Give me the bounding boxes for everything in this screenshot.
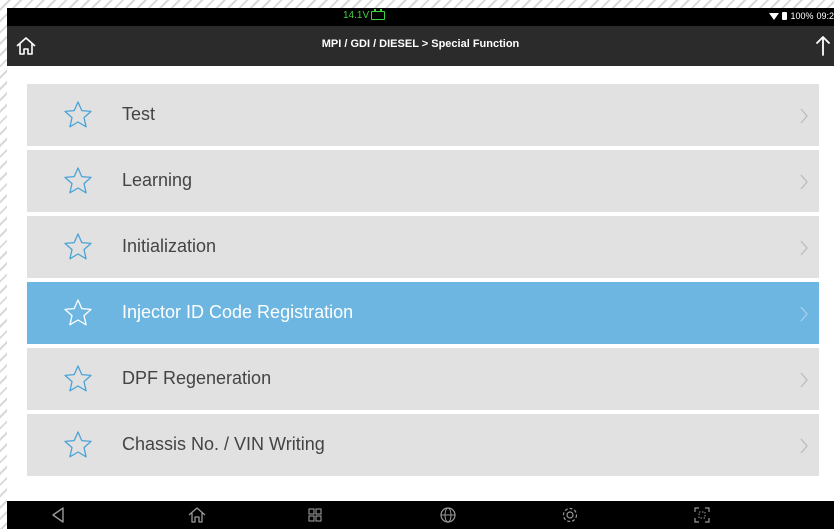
screenshot-icon[interactable]: [693, 506, 711, 524]
system-status: 100% 09:2: [769, 11, 834, 21]
chevron-right-icon: [800, 108, 808, 124]
title-bar: MPI / GDI / DIESEL > Special Function: [7, 26, 834, 66]
menu-item-label: Chassis No. / VIN Writing: [122, 434, 325, 454]
menu-item-label: Initialization: [122, 236, 217, 256]
decorative-border-top: [0, 0, 834, 8]
menu-item-dpf-regeneration[interactable]: DPF Regeneration: [27, 348, 819, 410]
menu-item-learning[interactable]: Learning: [27, 150, 819, 212]
breadcrumb: MPI / GDI / DIESEL > Special Function: [321, 38, 520, 50]
star-icon[interactable]: [63, 364, 93, 394]
menu-item-label: Test: [122, 104, 156, 124]
star-icon[interactable]: [63, 298, 93, 328]
voltage-value: 14.1V: [343, 10, 370, 21]
home-icon[interactable]: [187, 506, 207, 524]
battery-icon: [782, 12, 788, 20]
chevron-right-icon: [800, 438, 808, 454]
star-icon[interactable]: [63, 430, 93, 460]
menu-item-chassis-vin-writing[interactable]: Chassis No. / VIN Writing: [27, 414, 819, 476]
chevron-right-icon: [800, 174, 808, 190]
menu-item-label: Injector ID Code Registration: [122, 302, 354, 322]
wifi-icon: [769, 12, 780, 20]
battery-percent: 100%: [790, 11, 814, 21]
chevron-right-icon: [800, 306, 808, 322]
settings-icon[interactable]: [561, 506, 579, 524]
decorative-border-left: [0, 0, 7, 529]
globe-icon[interactable]: [439, 506, 457, 524]
star-icon[interactable]: [63, 166, 93, 196]
screen: 14.1V 100% 09:2 MPI / GDI / DIESEL > Spe…: [7, 8, 834, 529]
menu-item-label: DPF Regeneration: [122, 368, 272, 388]
car-battery-icon: [371, 9, 386, 20]
chevron-right-icon: [800, 372, 808, 388]
special-function-list: Test Learning Initialization Injector ID…: [27, 84, 819, 480]
status-bar: 14.1V 100% 09:2: [7, 8, 834, 26]
apps-icon[interactable]: [307, 506, 323, 524]
chevron-right-icon: [800, 240, 808, 256]
navigation-bar: [7, 501, 834, 529]
menu-item-label: Learning: [122, 170, 193, 190]
menu-item-injector-id-code-registration[interactable]: Injector ID Code Registration: [27, 282, 819, 344]
device-frame: 14.1V 100% 09:2 MPI / GDI / DIESEL > Spe…: [0, 0, 834, 529]
back-icon[interactable]: [50, 506, 66, 524]
star-icon[interactable]: [63, 100, 93, 130]
menu-item-initialization[interactable]: Initialization: [27, 216, 819, 278]
menu-item-test[interactable]: Test: [27, 84, 819, 146]
voltage-indicator: 14.1V: [343, 9, 386, 21]
clock: 09:2: [816, 11, 834, 21]
up-arrow-icon[interactable]: [814, 34, 832, 58]
star-icon[interactable]: [63, 232, 93, 262]
